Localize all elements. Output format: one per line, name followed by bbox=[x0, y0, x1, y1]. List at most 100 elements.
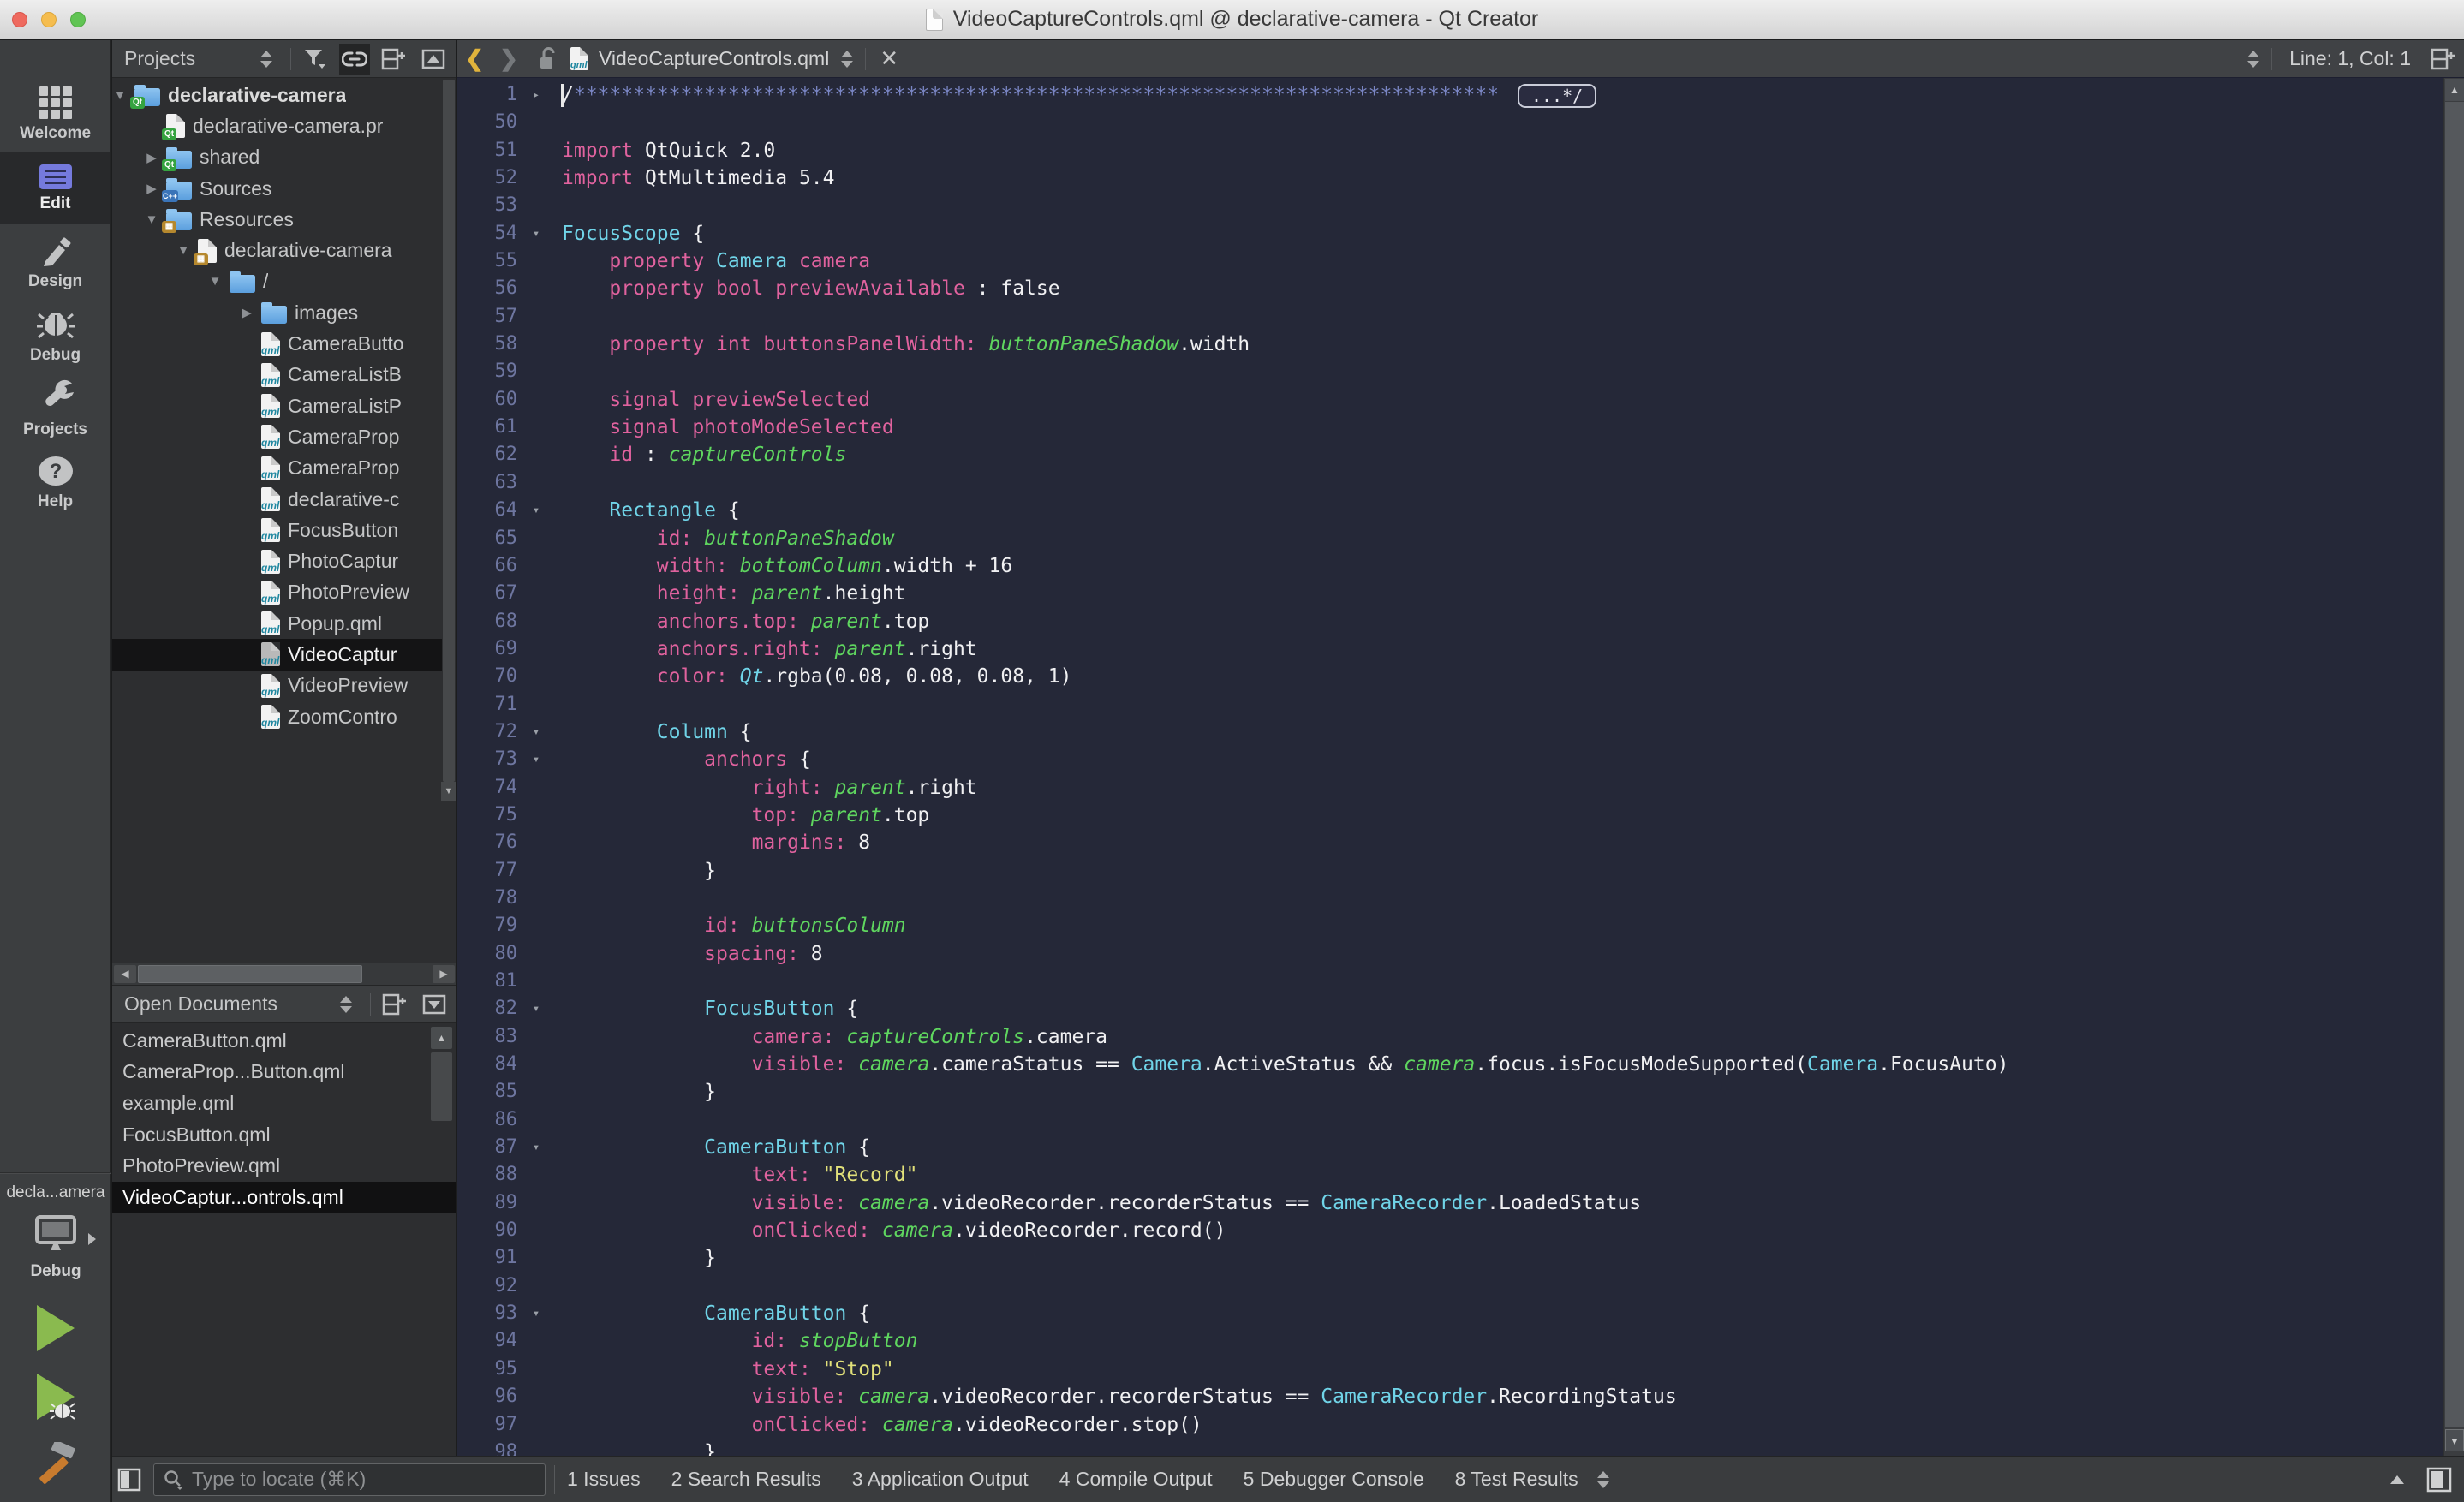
tree-row[interactable]: qmlPhotoPreview bbox=[112, 577, 442, 608]
fold-marker-icon[interactable]: ▾ bbox=[517, 497, 555, 524]
tree-row[interactable]: qmlCameraButto bbox=[112, 328, 442, 359]
output-pane-tab[interactable]: 8 Test Results bbox=[1455, 1468, 1578, 1491]
code-line: 93▾ CameraButton { bbox=[457, 1300, 2443, 1327]
open-document-item[interactable]: example.qml bbox=[112, 1088, 456, 1119]
collapsed-comment-badge[interactable]: ...*/ bbox=[1518, 84, 1596, 108]
locator-search[interactable] bbox=[153, 1463, 546, 1496]
fold-marker-icon[interactable]: ▾ bbox=[517, 1134, 555, 1161]
open-document-item[interactable]: CameraProp...Button.qml bbox=[112, 1057, 456, 1088]
expand-output-pane-icon[interactable] bbox=[2390, 1475, 2404, 1484]
mode-debug[interactable]: Debug bbox=[0, 300, 110, 372]
mode-edit[interactable]: Edit bbox=[0, 152, 110, 224]
tree-row[interactable]: qmlZoomContro bbox=[112, 701, 442, 732]
kit-selector[interactable] bbox=[0, 1214, 111, 1254]
tree-row[interactable]: ▼/ bbox=[112, 266, 442, 297]
mode-design[interactable]: Design bbox=[0, 226, 110, 298]
document-selector[interactable]: qml VideoCaptureControls.qml bbox=[570, 47, 829, 70]
fold-marker-icon[interactable]: ▾ bbox=[517, 220, 555, 247]
code-editor[interactable]: 1▸/*************************************… bbox=[457, 78, 2443, 1456]
output-panes-dropdown-icon[interactable] bbox=[1597, 1471, 1609, 1488]
tree-row[interactable]: qmldeclarative-c bbox=[112, 484, 442, 515]
projects-panel-title[interactable]: Projects bbox=[124, 47, 195, 70]
build-button[interactable] bbox=[0, 1442, 111, 1490]
split-editor-icon[interactable] bbox=[2428, 44, 2459, 75]
collapsed-arrow-icon[interactable]: ▶ bbox=[232, 305, 261, 320]
fold-marker-icon[interactable]: ▾ bbox=[517, 718, 555, 746]
editor-vertical-scrollbar[interactable]: ▲ ▼ bbox=[2443, 78, 2464, 1456]
tree-row[interactable]: qmlPopup.qml bbox=[112, 608, 442, 639]
tree-row[interactable]: ▶C++Sources bbox=[112, 173, 442, 204]
doclist-scroll-up-button[interactable]: ▲ bbox=[431, 1027, 452, 1049]
open-document-item[interactable]: CameraButton.qml bbox=[112, 1025, 456, 1057]
fold-spacer bbox=[517, 1051, 555, 1078]
tree-row[interactable]: qmlCameraProp bbox=[112, 453, 442, 484]
split-icon[interactable] bbox=[379, 989, 410, 1020]
open-documents-title[interactable]: Open Documents bbox=[124, 992, 277, 1016]
go-forward-button[interactable]: ❯ bbox=[492, 45, 526, 72]
output-pane-tab[interactable]: 1 Issues bbox=[567, 1468, 641, 1491]
code-text: import QtQuick 2.0 bbox=[555, 137, 775, 164]
toggle-right-sidebar-button[interactable] bbox=[2426, 1467, 2452, 1493]
output-pane-tab[interactable]: 4 Compile Output bbox=[1059, 1468, 1213, 1491]
debug-run-button[interactable] bbox=[0, 1374, 111, 1420]
mode-projects[interactable]: Projects bbox=[0, 373, 110, 445]
close-panel-icon[interactable] bbox=[419, 989, 450, 1020]
tree-row[interactable]: qmlVideoCaptur bbox=[112, 639, 442, 670]
close-document-button[interactable]: ✕ bbox=[880, 45, 898, 72]
output-pane-tab[interactable]: 3 Application Output bbox=[852, 1468, 1029, 1491]
tree-scroll-down-button[interactable]: ▼ bbox=[441, 782, 456, 801]
scroll-left-button[interactable]: ◀ bbox=[114, 965, 136, 983]
tree-row[interactable]: qmlPhotoCaptur bbox=[112, 545, 442, 576]
search-input[interactable] bbox=[192, 1468, 509, 1491]
code-line: 90 onClicked: camera.videoRecorder.recor… bbox=[457, 1217, 2443, 1244]
fold-marker-icon[interactable]: ▾ bbox=[517, 995, 555, 1022]
scroll-down-button[interactable]: ▼ bbox=[2445, 1429, 2464, 1451]
run-button[interactable] bbox=[0, 1305, 111, 1351]
tree-row[interactable]: qmlVideoPreview bbox=[112, 671, 442, 701]
sort-icon[interactable] bbox=[331, 989, 361, 1020]
code-text bbox=[555, 1273, 562, 1300]
cursor-position-dropdown-icon[interactable] bbox=[2247, 51, 2259, 68]
tree-row[interactable]: qmlCameraProp bbox=[112, 421, 442, 452]
tree-horizontal-scrollbar[interactable]: ◀ ▶ bbox=[112, 963, 456, 986]
tree-row[interactable]: Qtdeclarative-camera.pr bbox=[112, 110, 442, 141]
open-document-item[interactable]: PhotoPreview.qml bbox=[112, 1150, 456, 1182]
scroll-right-button[interactable]: ▶ bbox=[433, 965, 455, 983]
output-pane-tab[interactable]: 2 Search Results bbox=[671, 1468, 821, 1491]
tree-row[interactable]: ▼▦declarative-camera bbox=[112, 235, 442, 265]
expanded-arrow-icon[interactable]: ▼ bbox=[200, 274, 230, 289]
tree-row[interactable]: qmlFocusButton bbox=[112, 515, 442, 545]
document-dropdown-icon[interactable] bbox=[841, 51, 853, 68]
tree-vertical-scrollbar[interactable] bbox=[443, 80, 455, 782]
mode-welcome[interactable]: Welcome bbox=[0, 79, 110, 151]
sort-icon[interactable] bbox=[251, 44, 282, 75]
go-back-button[interactable]: ❮ bbox=[457, 45, 492, 72]
code-text: signal photoModeSelected bbox=[555, 414, 894, 441]
open-document-item[interactable]: FocusButton.qml bbox=[112, 1119, 456, 1151]
fold-marker-icon[interactable]: ▾ bbox=[517, 746, 555, 773]
vscroll-thumb[interactable] bbox=[2445, 102, 2464, 1427]
toggle-left-sidebar-button[interactable] bbox=[117, 1468, 141, 1492]
open-document-item[interactable]: VideoCaptur...ontrols.qml bbox=[112, 1182, 456, 1213]
sync-with-editor-icon[interactable] bbox=[339, 44, 370, 75]
tree-row[interactable]: ▼Qtdeclarative-camera bbox=[112, 80, 442, 110]
doclist-vertical-scrollbar[interactable] bbox=[431, 1052, 452, 1121]
code-text: property int buttonsPanelWidth: buttonPa… bbox=[555, 331, 1250, 358]
scroll-up-button[interactable]: ▲ bbox=[2445, 79, 2464, 101]
filter-icon[interactable] bbox=[300, 44, 331, 75]
code-text bbox=[555, 109, 562, 136]
fold-marker-icon[interactable]: ▾ bbox=[517, 1300, 555, 1327]
mode-help[interactable]: ? Help bbox=[0, 447, 110, 519]
cursor-position[interactable]: Line: 1, Col: 1 bbox=[2289, 47, 2411, 70]
tree-row[interactable]: ▶images bbox=[112, 297, 442, 328]
fold-marker-icon[interactable]: ▸ bbox=[517, 81, 555, 109]
tree-row[interactable]: ▶Qtshared bbox=[112, 142, 442, 173]
output-pane-tab[interactable]: 5 Debugger Console bbox=[1244, 1468, 1424, 1491]
hscroll-thumb[interactable] bbox=[138, 965, 362, 983]
fold-spacer bbox=[517, 192, 555, 219]
tree-row[interactable]: qmlCameraListB bbox=[112, 360, 442, 390]
split-icon[interactable] bbox=[379, 44, 409, 75]
collapse-panel-icon[interactable] bbox=[418, 44, 449, 75]
tree-row[interactable]: qmlCameraListP bbox=[112, 390, 442, 421]
tree-row[interactable]: ▼▦Resources bbox=[112, 204, 442, 235]
